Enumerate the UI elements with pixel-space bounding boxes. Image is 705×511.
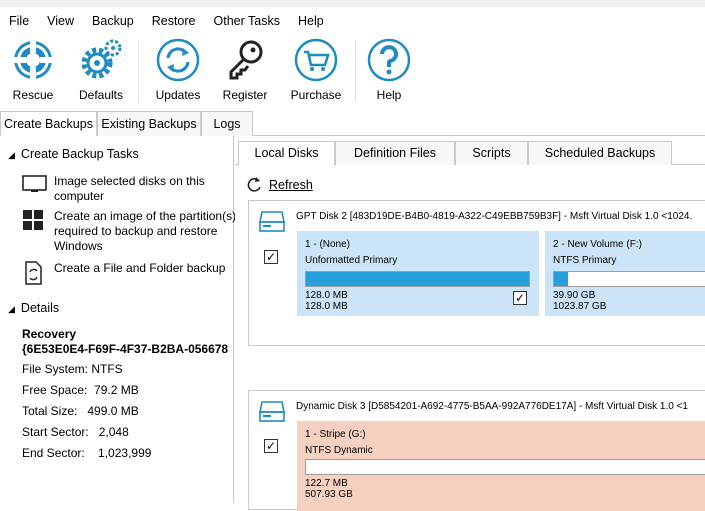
toolbar-separator (138, 40, 139, 102)
menu-bar: File View Backup Restore Other Tasks Hel… (0, 7, 705, 34)
menu-other-tasks[interactable]: Other Tasks (205, 14, 289, 28)
monitor-icon (22, 174, 48, 204)
question-mark-icon (367, 38, 411, 82)
updates-button[interactable]: Updates (148, 38, 208, 108)
menu-view[interactable]: View (38, 14, 83, 28)
refresh-circle-icon (156, 38, 200, 82)
partition-tile[interactable]: 1 - (None) Unformatted Primary 128.0 MB … (297, 231, 539, 316)
file-backup-icon (22, 261, 48, 288)
detail-start-sector: Start Sector: 2,048 (22, 425, 129, 439)
window-top-strip (0, 0, 705, 7)
shopping-cart-icon (294, 38, 338, 82)
gears-icon (81, 39, 122, 79)
register-button[interactable]: Register (215, 38, 275, 108)
menu-file[interactable]: File (0, 14, 38, 28)
updates-label: Updates (155, 88, 201, 102)
task-image-selected-disks[interactable]: Image selected disks on this computer (22, 174, 239, 204)
refresh-icon (247, 177, 261, 192)
right-pane: Local Disks Definition Files Scripts Sch… (235, 136, 705, 511)
lifebuoy-icon (14, 41, 52, 79)
tab-existing-backups[interactable]: Existing Backups (97, 111, 201, 136)
collapse-triangle-icon: ◢ (8, 304, 15, 314)
menu-restore[interactable]: Restore (143, 14, 205, 28)
detail-guid: {6E53E0E4-F69F-4F37-B2BA-056678 (22, 342, 229, 356)
sub-tab-bar: Local Disks Definition Files Scripts Sch… (235, 140, 705, 166)
partition-tile[interactable]: 2 - New Volume (F:) NTFS Primary 39.90 G… (545, 231, 705, 316)
disk-header: GPT Disk 2 [483D19DE-B4B0-4819-A322-C49E… (296, 211, 693, 222)
tab-create-backups[interactable]: Create Backups (0, 111, 97, 137)
collapse-triangle-icon: ◢ (8, 150, 15, 160)
rescue-label: Rescue (12, 88, 54, 102)
toolbar: Rescue Defaults Updates Register Purchas… (0, 34, 705, 110)
disk-header: Dynamic Disk 3 [D5854201-A692-4775-B5AA-… (296, 401, 688, 412)
purchase-button[interactable]: Purchase (286, 38, 346, 108)
detail-end-sector: End Sector: 1,023,999 (22, 446, 152, 460)
task-image-windows-partitions[interactable]: Create an image of the partition(s) requ… (22, 209, 239, 254)
disk-panel: Dynamic Disk 3 [D5854201-A692-4775-B5AA-… (248, 390, 705, 511)
tab-scheduled-backups[interactable]: Scheduled Backups (528, 141, 672, 165)
disk-checkbox[interactable]: ✓ (264, 250, 278, 264)
hard-drive-icon (258, 209, 286, 238)
usage-bar (305, 271, 530, 287)
register-label: Register (222, 88, 268, 102)
tab-logs[interactable]: Logs (201, 111, 253, 136)
tab-definition-files[interactable]: Definition Files (335, 141, 455, 165)
usage-bar-fill (554, 272, 568, 286)
hard-drive-icon (258, 399, 286, 428)
tab-scripts[interactable]: Scripts (455, 141, 528, 165)
windows-logo-icon (22, 209, 48, 254)
usage-bar-fill (306, 272, 529, 286)
details-section-header[interactable]: ◢ Details (8, 301, 59, 315)
disk-checkbox[interactable]: ✓ (264, 439, 278, 453)
disk-panel: GPT Disk 2 [483D19DE-B4B0-4819-A322-C49E… (248, 200, 705, 346)
detail-name: Recovery (22, 327, 77, 341)
partition-tile[interactable]: 1 - Stripe (G:) NTFS Dynamic 122.7 MB 50… (297, 421, 705, 511)
purchase-label: Purchase (290, 88, 342, 102)
rescue-button[interactable]: Rescue (3, 38, 63, 108)
usage-bar (305, 459, 705, 475)
help-button[interactable]: Help (359, 38, 419, 108)
toolbar-separator (355, 40, 356, 102)
defaults-button[interactable]: Defaults (71, 38, 131, 108)
tab-local-disks[interactable]: Local Disks (238, 141, 335, 166)
partition-checkbox[interactable]: ✓ (513, 291, 527, 305)
usage-bar (553, 271, 705, 287)
left-task-pane: ◢ Create Backup Tasks Image selected disk… (0, 136, 236, 503)
help-label: Help (376, 88, 402, 102)
detail-file-system: File System: NTFS (22, 362, 123, 376)
main-tab-bar: Create Backups Existing Backups Logs (0, 110, 705, 137)
menu-help[interactable]: Help (289, 14, 333, 28)
menu-backup[interactable]: Backup (83, 14, 143, 28)
key-icon (229, 40, 263, 80)
task-file-folder-backup[interactable]: Create a File and Folder backup (22, 261, 239, 288)
tasks-section-header[interactable]: ◢ Create Backup Tasks (8, 147, 139, 161)
detail-total-size: Total Size: 499.0 MB (22, 404, 139, 418)
defaults-label: Defaults (78, 88, 124, 102)
refresh-link[interactable]: Refresh (245, 176, 313, 194)
detail-free-space: Free Space: 79.2 MB (22, 383, 139, 397)
